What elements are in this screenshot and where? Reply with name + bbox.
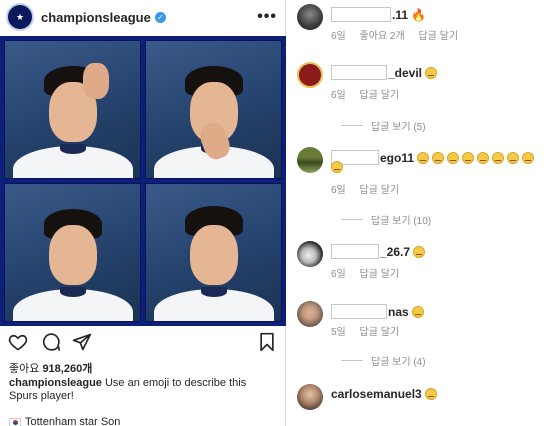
smile-emoji-icon [413, 245, 426, 258]
comment-meta: 6일 답글 달기 [331, 86, 410, 101]
avatar[interactable] [297, 147, 323, 173]
korea-flag-icon [9, 417, 21, 426]
photo-tile [145, 40, 282, 179]
smile-emoji-icon [425, 66, 438, 79]
view-replies-label: 답글 보기 (4) [371, 357, 426, 368]
caption-line-2: Tottenham star Son [25, 416, 121, 426]
reply-button[interactable]: 답글 달기 [360, 269, 400, 280]
view-replies-button[interactable]: 답글 보기 (5) [341, 118, 426, 133]
photo-tile [4, 183, 141, 322]
redacted-username [331, 7, 391, 22]
avatar[interactable] [297, 241, 323, 267]
comment-icon[interactable] [41, 332, 61, 352]
comment-username[interactable]: .11 [392, 8, 408, 22]
comment-age: 5일 [331, 327, 346, 338]
comment-age: 6일 [331, 90, 346, 101]
comment-age: 6일 [331, 185, 346, 196]
caption-continued: Tottenham star Son [9, 416, 120, 426]
comment-meta: 5일 답글 달기 [331, 323, 410, 338]
view-replies-button[interactable]: 답글 보기 (10) [341, 212, 431, 227]
post-username[interactable]: championsleague [41, 10, 151, 25]
verified-badge-icon: ✓ [154, 11, 166, 23]
reply-button[interactable]: 답글 달기 [360, 90, 400, 101]
avatar[interactable] [297, 384, 323, 410]
reply-button[interactable]: 답글 달기 [360, 327, 400, 338]
post-header: ★ championsleague ✓ ••• [0, 0, 285, 34]
view-replies-button[interactable]: 답글 보기 (4) [341, 353, 426, 368]
view-replies-label: 답글 보기 (10) [371, 216, 432, 227]
smile-emoji-icon [522, 151, 535, 164]
comment-likes[interactable]: 좋아요 2개 [360, 31, 405, 42]
comment-username[interactable]: _26.7 [380, 245, 410, 259]
photo-tile [145, 183, 282, 322]
smile-emoji-icon [462, 151, 475, 164]
reply-button[interactable]: 답글 달기 [360, 185, 400, 196]
replies-divider [341, 125, 363, 126]
smile-emoji-icon [331, 161, 343, 173]
comments-panel: .11 🔥 6일 좋아요 2개 답글 달기 _devil 6일 답글 달기 답글… [287, 0, 559, 426]
smile-emoji-icon [417, 151, 430, 164]
avatar[interactable]: ★ [6, 3, 34, 31]
likes-count[interactable]: 좋아요 918,260개 [9, 360, 92, 376]
redacted-username [331, 304, 387, 319]
likes-label: 좋아요 [9, 363, 40, 375]
post-image[interactable] [0, 36, 286, 326]
more-options-icon[interactable]: ••• [257, 8, 277, 26]
smile-emoji-icon [507, 151, 520, 164]
smile-emoji-icon [424, 388, 437, 400]
comment-age: 6일 [331, 269, 346, 280]
comment-username[interactable]: nas [388, 305, 409, 319]
redacted-username [331, 244, 379, 259]
comment-username[interactable]: _devil [388, 66, 422, 80]
likes-number: 918,260개 [42, 363, 93, 375]
avatar[interactable] [297, 62, 323, 88]
comment-username[interactable]: carlosemanuel3 [331, 387, 422, 401]
smile-emoji-icon [492, 151, 505, 164]
post-panel: ★ championsleague ✓ ••• 좋아요 918,260개 cha… [0, 0, 286, 426]
caption-username[interactable]: championsleague [9, 377, 102, 389]
comment-meta: 6일 답글 달기 [331, 181, 410, 196]
photo-tile [4, 40, 141, 179]
share-icon[interactable] [72, 332, 92, 352]
caption: championsleague Use an emoji to describe… [9, 377, 277, 403]
reply-button[interactable]: 답글 달기 [418, 31, 458, 42]
heart-icon[interactable] [8, 332, 28, 352]
comment-meta: 6일 좋아요 2개 답글 달기 [331, 27, 469, 42]
avatar[interactable] [297, 301, 323, 327]
comment-username[interactable]: ego11 [380, 151, 414, 165]
replies-divider [341, 360, 363, 361]
replies-divider [341, 219, 363, 220]
smile-emoji-icon [432, 151, 445, 164]
smile-emoji-icon [477, 151, 490, 164]
comment-meta: 6일 답글 달기 [331, 265, 410, 280]
smile-emoji-icon [447, 151, 460, 164]
smile-emoji-icon [411, 305, 424, 318]
avatar[interactable] [297, 4, 323, 30]
bookmark-icon[interactable] [258, 332, 276, 352]
redacted-username [331, 65, 387, 80]
post-actions [8, 330, 278, 354]
fire-emoji-icon: 🔥 [411, 7, 426, 22]
comment-age: 6일 [331, 31, 346, 42]
view-replies-label: 답글 보기 (5) [371, 122, 426, 133]
